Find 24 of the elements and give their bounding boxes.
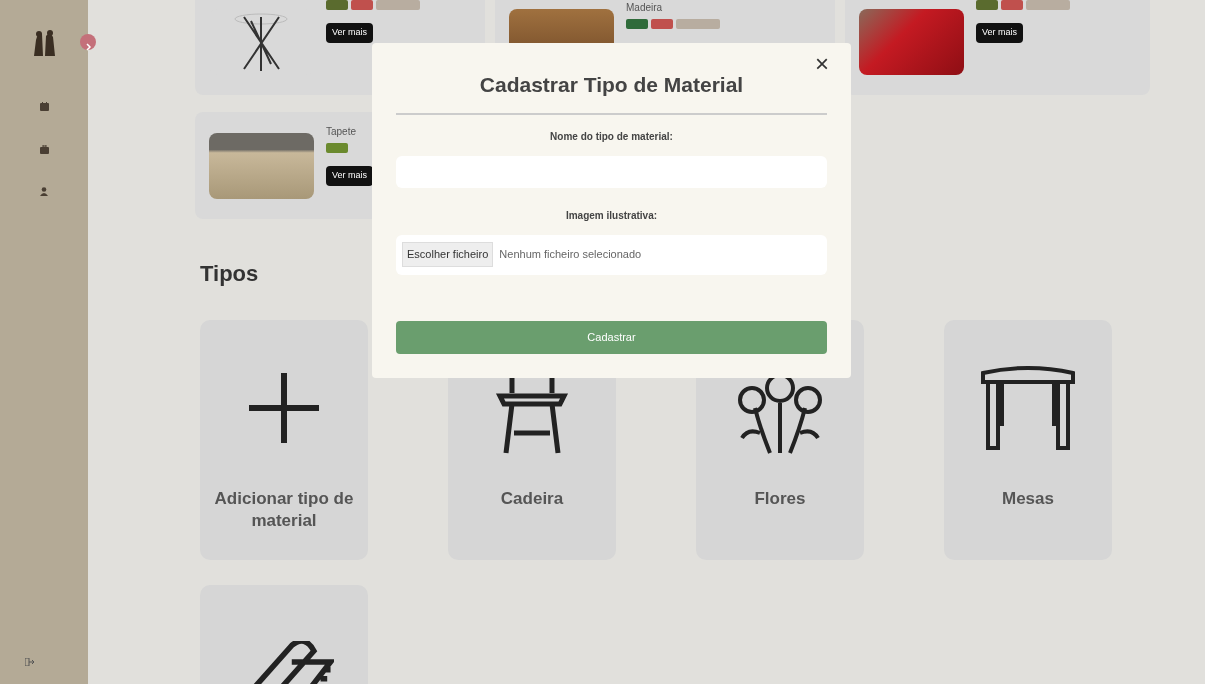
type-label: Flores bbox=[753, 488, 807, 510]
field-label: Imagem ilustrativa: bbox=[564, 208, 659, 223]
choose-file-button[interactable]: Escolher ficheiro bbox=[402, 242, 494, 267]
type-label: Mesas bbox=[1001, 488, 1055, 510]
type-card[interactable]: Mesas bbox=[944, 320, 1112, 560]
type-label: Adicionar tipo de material bbox=[213, 488, 355, 533]
logout-icon[interactable] bbox=[24, 658, 34, 666]
product-title: Tapete bbox=[326, 125, 358, 139]
add-type-card[interactable]: Adicionar tipo de material bbox=[200, 320, 368, 560]
field-label: Nome do tipo de material: bbox=[549, 129, 674, 144]
user-icon[interactable] bbox=[40, 187, 48, 196]
more-button[interactable]: Ver mais bbox=[326, 166, 373, 186]
product-title: Madeira bbox=[626, 1, 664, 15]
close-button[interactable]: × bbox=[809, 51, 835, 77]
type-label: Cadeira bbox=[499, 488, 565, 510]
modal-title: Cadastrar Tipo de Material bbox=[478, 72, 745, 98]
file-input-field[interactable]: Escolher ficheiro Nenhum ficheiro selecionado bbox=[396, 234, 827, 275]
more-button[interactable]: Ver mais bbox=[326, 23, 373, 43]
more-button[interactable]: Ver mais bbox=[976, 23, 1023, 43]
sidebar-toggle-button[interactable] bbox=[80, 34, 96, 50]
section-heading: Tipos bbox=[200, 260, 260, 288]
calendar-icon[interactable] bbox=[39, 102, 49, 111]
briefcase-icon[interactable] bbox=[39, 145, 49, 154]
file-status: Nenhum ficheiro selecionado bbox=[499, 247, 642, 263]
